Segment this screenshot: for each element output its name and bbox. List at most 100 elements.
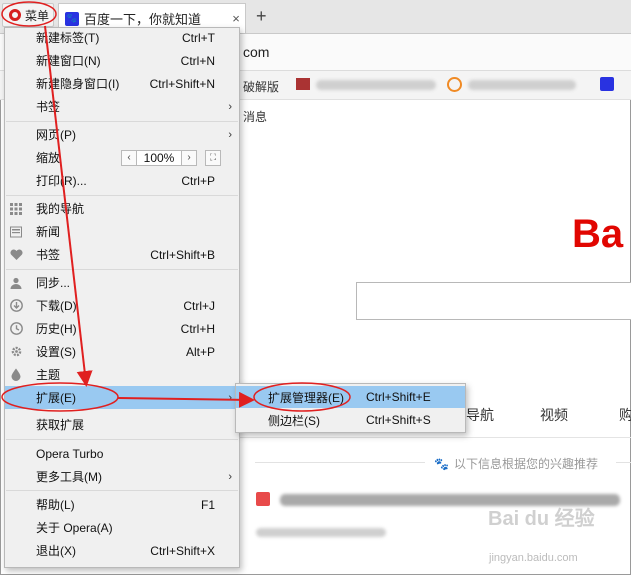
menu-item-label: 新建标签(T) bbox=[36, 31, 100, 45]
menu-item-new-window[interactable]: 新建窗口(N) Ctrl+N bbox=[5, 49, 239, 72]
menu-item-label: 我的导航 bbox=[36, 202, 85, 216]
nav-tab-buy[interactable]: 购 bbox=[619, 405, 631, 425]
menu-separator bbox=[6, 439, 238, 440]
bookmark-circle-icon bbox=[447, 77, 462, 92]
menu-item-label: 缩放 bbox=[36, 151, 61, 165]
zoom-value: 100% bbox=[137, 149, 181, 166]
menu-item-new-private-window[interactable]: 新建隐身窗口(I) Ctrl+Shift+N bbox=[5, 72, 239, 95]
menu-item-shortcut: Ctrl+Shift+B bbox=[150, 247, 215, 262]
menu-item-extensions[interactable]: 扩展(E) › bbox=[5, 386, 239, 409]
watermark-url: jingyan.baidu.com bbox=[489, 552, 578, 564]
divider bbox=[616, 462, 631, 463]
zoom-control: ‹ 100% › ⛶ bbox=[121, 149, 221, 166]
blurred-bookmark[interactable] bbox=[468, 80, 576, 90]
menu-item-label: 主题 bbox=[36, 368, 61, 382]
menu-item-bookmarks[interactable]: 书签 Ctrl+Shift+B bbox=[5, 243, 239, 266]
menu-item-more-tools[interactable]: 更多工具(M) › bbox=[5, 465, 239, 488]
menu-separator bbox=[6, 269, 238, 270]
menu-item-label: 扩展(E) bbox=[36, 391, 76, 405]
page-message-link[interactable]: 消息 bbox=[243, 108, 267, 125]
chevron-right-icon: › bbox=[228, 128, 232, 141]
menu-item-settings[interactable]: 设置(S) Alt+P bbox=[5, 340, 239, 363]
menu-item-label: 新建窗口(N) bbox=[36, 54, 101, 68]
menu-item-shortcut: Ctrl+Shift+N bbox=[149, 76, 215, 91]
blurred-news-meta bbox=[256, 528, 386, 537]
menu-item-exit[interactable]: 退出(X) Ctrl+Shift+X bbox=[5, 539, 239, 562]
recommend-header: 🐾 以下信息根据您的兴趣推荐 bbox=[434, 455, 598, 472]
menu-item-label: 设置(S) bbox=[36, 345, 76, 359]
chevron-right-icon: › bbox=[228, 470, 232, 483]
menu-item-label: 书签 bbox=[36, 248, 61, 262]
chevron-right-icon: › bbox=[228, 391, 232, 404]
baidu-paw-icon bbox=[600, 77, 614, 91]
menu-item-label: 网页(P) bbox=[36, 128, 76, 142]
submenu-item-shortcut: Ctrl+Shift+E bbox=[366, 390, 431, 404]
menu-item-label: Opera Turbo bbox=[36, 446, 104, 461]
menu-item-shortcut: F1 bbox=[200, 497, 215, 512]
address-text: com bbox=[243, 44, 270, 60]
menu-separator bbox=[6, 121, 238, 122]
menu-item-sync[interactable]: 同步... bbox=[5, 271, 239, 294]
submenu-item-label: 扩展管理器(E) bbox=[268, 390, 344, 405]
grid-icon bbox=[9, 202, 23, 216]
zoom-out-button[interactable]: ‹ bbox=[121, 149, 137, 166]
menu-item-label: 新闻 bbox=[36, 225, 61, 239]
bookmark-item-label[interactable]: 破解版 bbox=[243, 78, 279, 95]
opera-main-menu: 新建标签(T) Ctrl+T 新建窗口(N) Ctrl+N 新建隐身窗口(I) … bbox=[4, 27, 240, 568]
menu-item-label: 退出(X) bbox=[36, 544, 76, 558]
nav-tab-daohang[interactable]: 导航 bbox=[466, 405, 494, 425]
extensions-submenu: 扩展管理器(E) Ctrl+Shift+E 侧边栏(S) Ctrl+Shift+… bbox=[235, 383, 466, 433]
menu-item-shortcut: Ctrl+P bbox=[181, 173, 215, 188]
baidu-paw-icon: 🐾 bbox=[65, 11, 79, 26]
menu-item-get-extensions[interactable]: 获取扩展 bbox=[5, 413, 239, 436]
menu-item-label: 帮助(L) bbox=[36, 498, 75, 512]
clock-icon bbox=[9, 322, 23, 336]
search-input[interactable] bbox=[356, 282, 631, 320]
menu-item-page[interactable]: 网页(P) › bbox=[5, 123, 239, 146]
fullscreen-icon[interactable]: ⛶ bbox=[205, 149, 221, 166]
submenu-item-label: 侧边栏(S) bbox=[268, 413, 320, 428]
nav-tab-video[interactable]: 视频 bbox=[540, 405, 568, 425]
menu-item-print[interactable]: 打印(R)... Ctrl+P bbox=[5, 169, 239, 192]
menu-item-label: 新建隐身窗口(I) bbox=[36, 77, 120, 91]
menu-item-shortcut: Ctrl+N bbox=[180, 53, 215, 68]
baidu-logo: Ba bbox=[572, 212, 624, 256]
news-icon bbox=[9, 225, 23, 239]
menu-item-shortcut: Ctrl+J bbox=[183, 298, 215, 313]
menu-item-label: 获取扩展 bbox=[36, 418, 85, 432]
menu-item-news[interactable]: 新闻 bbox=[5, 220, 239, 243]
bookmark-favicon-icon bbox=[296, 78, 310, 90]
new-tab-button[interactable]: + bbox=[256, 6, 267, 27]
blurred-bookmark[interactable] bbox=[316, 80, 436, 90]
download-icon bbox=[9, 299, 23, 313]
menu-item-help[interactable]: 帮助(L) F1 bbox=[5, 493, 239, 516]
drop-icon bbox=[9, 368, 23, 382]
paw-icon: 🐾 bbox=[434, 456, 449, 471]
zoom-in-button[interactable]: › bbox=[181, 149, 197, 166]
watermark-logo: Bai du 经验 bbox=[488, 508, 595, 530]
menu-item-opera-turbo[interactable]: Opera Turbo bbox=[5, 442, 239, 465]
menu-item-label: 同步... bbox=[36, 276, 71, 290]
submenu-item-extension-manager[interactable]: 扩展管理器(E) Ctrl+Shift+E bbox=[236, 386, 465, 408]
menu-item-label: 下载(D) bbox=[36, 299, 77, 313]
menu-item-label: 历史(H) bbox=[36, 322, 77, 336]
divider bbox=[255, 462, 425, 463]
menu-item-new-tab[interactable]: 新建标签(T) Ctrl+T bbox=[5, 26, 239, 49]
submenu-item-shortcut: Ctrl+Shift+S bbox=[366, 413, 431, 427]
menu-item-label: 书签 bbox=[36, 100, 61, 114]
menu-button-label: 菜单 bbox=[25, 8, 50, 23]
submenu-item-sidebar[interactable]: 侧边栏(S) Ctrl+Shift+S bbox=[236, 409, 465, 431]
menu-item-downloads[interactable]: 下载(D) Ctrl+J bbox=[5, 294, 239, 317]
heart-icon bbox=[9, 248, 23, 262]
menu-item-history[interactable]: 历史(H) Ctrl+H bbox=[5, 317, 239, 340]
recommend-text: 以下信息根据您的兴趣推荐 bbox=[453, 457, 598, 471]
menu-item-about[interactable]: 关于 Opera(A) bbox=[5, 516, 239, 539]
menu-item-themes[interactable]: 主题 bbox=[5, 363, 239, 386]
tab-close-icon[interactable]: × bbox=[227, 11, 245, 26]
menu-item-bookmarks-sub[interactable]: 书签 › bbox=[5, 95, 239, 118]
opera-menu-button[interactable]: 菜单 bbox=[2, 3, 54, 27]
menu-item-label: 更多工具(M) bbox=[36, 470, 102, 484]
opera-logo-icon bbox=[9, 9, 21, 21]
menu-separator bbox=[6, 490, 238, 491]
menu-item-speed-dial[interactable]: 我的导航 bbox=[5, 197, 239, 220]
